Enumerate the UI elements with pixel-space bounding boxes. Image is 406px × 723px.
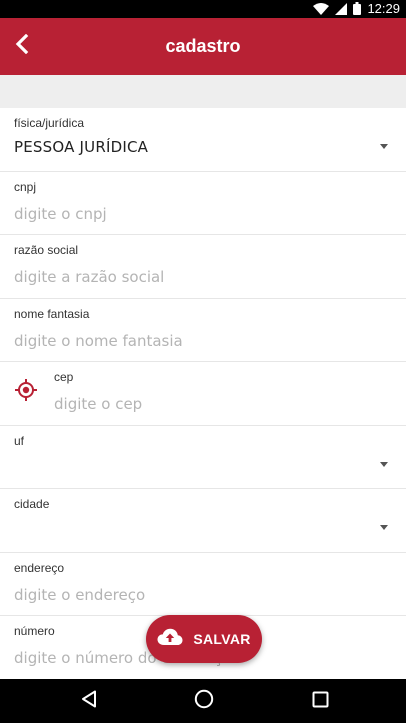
razao-social-field: razão social (0, 235, 406, 299)
cep-label: cep (54, 370, 74, 384)
save-button-label: SALVAR (193, 631, 251, 647)
status-bar: 12:29 (0, 0, 406, 18)
locate-button[interactable] (12, 378, 40, 406)
razao-social-label: razão social (14, 243, 79, 257)
uf-label: uf (14, 433, 25, 448)
registration-form: física/jurídica PESSOA JURÍDICA cnpj raz… (0, 108, 406, 678)
person-type-value[interactable]: PESSOA JURÍDICA (14, 138, 148, 156)
nav-home-button[interactable] (190, 687, 218, 715)
cidade-select[interactable]: cidade (0, 489, 406, 553)
nav-home-icon (194, 689, 214, 713)
nav-back-icon (81, 690, 97, 712)
nav-back-button[interactable] (75, 687, 103, 715)
nome-fantasia-input[interactable] (14, 327, 384, 354)
cnpj-field: cnpj (0, 172, 406, 235)
endereco-field: endereço (0, 553, 406, 616)
nav-recents-icon (312, 691, 329, 712)
page-title: cadastro (165, 36, 241, 56)
nav-recents-button[interactable] (306, 687, 334, 715)
status-time: 12:29 (367, 1, 400, 16)
cloud-upload-icon (157, 628, 183, 650)
cidade-label: cidade (14, 497, 50, 511)
header-spacer (0, 75, 406, 108)
cep-field: cep (0, 362, 406, 426)
endereco-input[interactable] (14, 581, 384, 608)
razao-social-input[interactable] (14, 264, 384, 290)
nome-fantasia-field: nome fantasia (0, 299, 406, 362)
cep-input[interactable] (54, 391, 384, 417)
battery-icon (353, 0, 362, 19)
cnpj-input[interactable] (14, 200, 384, 227)
person-type-select[interactable]: física/jurídica PESSOA JURÍDICA (0, 108, 406, 172)
back-arrow-icon (13, 33, 31, 58)
system-nav-bar (0, 679, 406, 723)
nome-fantasia-label: nome fantasia (14, 306, 90, 321)
location-target-icon (14, 378, 38, 406)
dropdown-caret-icon[interactable] (380, 461, 388, 467)
save-button[interactable]: SALVAR (146, 615, 262, 663)
back-button[interactable] (2, 26, 42, 66)
numero-label: número (14, 624, 55, 638)
uf-select[interactable]: uf (0, 426, 406, 489)
dropdown-caret-icon[interactable] (380, 144, 388, 149)
person-type-label: física/jurídica (14, 116, 85, 130)
dropdown-caret-icon[interactable] (380, 525, 388, 530)
app-bar: cadastro (0, 18, 406, 75)
status-icons: 12:29 (313, 0, 400, 19)
cnpj-label: cnpj (14, 179, 37, 194)
signal-icon (335, 0, 348, 19)
wifi-icon (313, 0, 330, 19)
endereco-label: endereço (14, 560, 65, 575)
